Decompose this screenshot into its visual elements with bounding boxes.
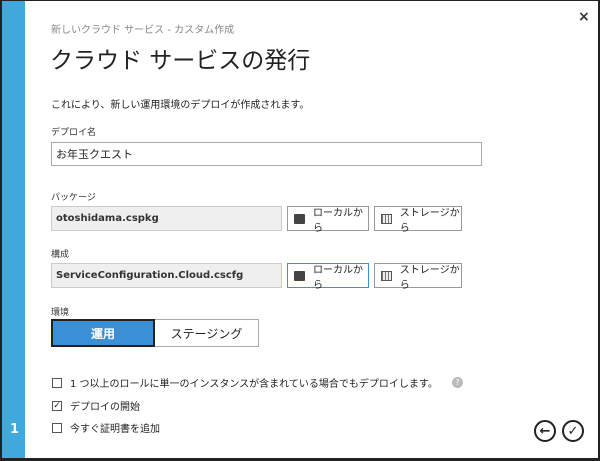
button-label: ストレージから: [399, 264, 460, 291]
help-icon[interactable]: ?: [451, 377, 463, 388]
checkbox-label: 今すぐ証明書を追加: [70, 424, 160, 435]
environment-label: 環境: [51, 308, 70, 318]
button-label: ローカルから: [313, 207, 363, 234]
package-label: パッケージ: [51, 193, 96, 203]
page-title: クラウド サービスの発行: [50, 48, 311, 74]
package-local-button[interactable]: ローカルから: [287, 206, 369, 234]
storage-icon: [381, 270, 392, 281]
description: これにより、新しい運用環境のデプロイが作成されます。: [51, 100, 310, 111]
start-deploy-checkbox[interactable]: ✓: [52, 400, 62, 411]
step-strip: 1: [2, 1, 25, 458]
checkbox-row: ✓ デプロイの開始: [52, 398, 140, 413]
config-storage-button[interactable]: ストレージから: [374, 263, 462, 291]
deploy-name-input[interactable]: お年玉クエスト: [51, 142, 482, 166]
env-production-option[interactable]: 運用: [51, 319, 155, 347]
add-certificate-checkbox[interactable]: [52, 422, 62, 433]
complete-button[interactable]: ✓: [562, 420, 584, 442]
config-input[interactable]: ServiceConfiguration.Cloud.cscfg: [51, 263, 282, 288]
config-label: 構成: [51, 250, 70, 260]
single-instance-checkbox[interactable]: [52, 377, 62, 388]
package-storage-button[interactable]: ストレージから: [374, 206, 462, 234]
close-icon[interactable]: ×: [578, 9, 590, 25]
arrow-left-icon: ←: [539, 423, 551, 439]
checkbox-row: 1 つ以上のロールに単一のインスタンスが含まれている場合でもデプロイします。 ?: [52, 375, 463, 390]
back-button[interactable]: ←: [534, 420, 556, 442]
deploy-name-label: デプロイ名: [51, 128, 97, 138]
checkbox-label: デプロイの開始: [70, 402, 140, 413]
folder-icon: [294, 213, 305, 224]
check-icon: ✓: [567, 423, 579, 439]
config-local-button[interactable]: ローカルから: [287, 263, 369, 291]
folder-icon: [294, 270, 305, 281]
package-input[interactable]: otoshidama.cspkg: [51, 206, 282, 231]
dialog-subtitle: 新しいクラウド サービス - カスタム作成: [51, 25, 235, 36]
storage-icon: [381, 213, 392, 224]
step-number: 1: [10, 422, 20, 437]
environment-toggle: 運用 ステージング: [51, 319, 259, 347]
checkbox-label: 1 つ以上のロールに単一のインスタンスが含まれている場合でもデプロイします。: [70, 379, 438, 390]
button-label: ローカルから: [313, 264, 363, 291]
button-label: ストレージから: [399, 207, 460, 234]
checkbox-row: 今すぐ証明書を追加: [52, 420, 160, 435]
env-staging-option[interactable]: ステージング: [155, 319, 259, 347]
dialog-window: 1 × 新しいクラウド サービス - カスタム作成 クラウド サービスの発行 こ…: [2, 1, 598, 458]
